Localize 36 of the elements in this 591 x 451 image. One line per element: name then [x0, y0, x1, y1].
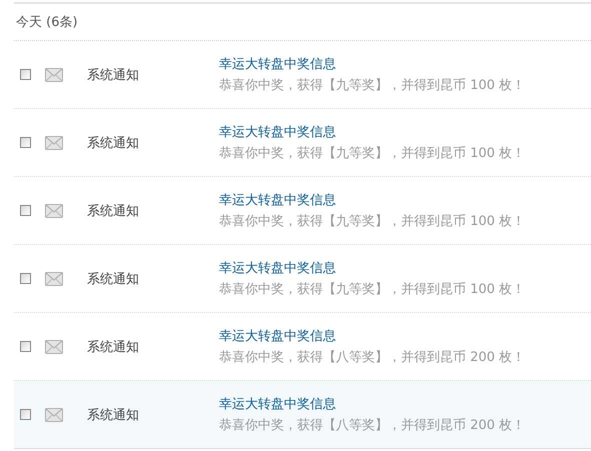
checkbox[interactable]: [20, 137, 31, 148]
sender-label: 系统通知: [87, 406, 140, 424]
message-title-link[interactable]: 幸运大转盘中奖信息: [219, 259, 526, 277]
sender-label: 系统通知: [87, 338, 140, 356]
checkbox[interactable]: [20, 205, 31, 216]
message-text: 恭喜你中奖，获得【九等奖】，并得到昆币 100 枚！: [219, 213, 526, 230]
message-title-link[interactable]: 幸运大转盘中奖信息: [219, 395, 526, 413]
envelope-icon: [45, 204, 63, 218]
envelope-icon: [45, 340, 63, 354]
message-text: 恭喜你中奖，获得【九等奖】，并得到昆币 100 枚！: [219, 281, 526, 298]
message-text: 恭喜你中奖，获得【九等奖】，并得到昆币 100 枚！: [219, 77, 526, 94]
message-row[interactable]: 系统通知 幸运大转盘中奖信息 恭喜你中奖，获得【九等奖】，并得到昆币 100 枚！: [14, 41, 591, 109]
message-text: 恭喜你中奖，获得【八等奖】，并得到昆币 200 枚！: [219, 349, 526, 366]
envelope-icon: [45, 68, 63, 82]
checkbox[interactable]: [20, 341, 31, 352]
message-row[interactable]: 系统通知 幸运大转盘中奖信息 恭喜你中奖，获得【九等奖】，并得到昆币 100 枚！: [14, 177, 591, 245]
message-title-link[interactable]: 幸运大转盘中奖信息: [219, 191, 526, 209]
message-title-link[interactable]: 幸运大转盘中奖信息: [219, 327, 526, 345]
message-row[interactable]: 系统通知 幸运大转盘中奖信息 恭喜你中奖，获得【八等奖】，并得到昆币 200 枚！: [14, 381, 591, 449]
section-title: 今天 (6条): [16, 14, 78, 31]
envelope-icon: [45, 136, 63, 150]
message-text: 恭喜你中奖，获得【八等奖】，并得到昆币 200 枚！: [219, 417, 526, 434]
envelope-icon: [45, 272, 63, 286]
checkbox[interactable]: [20, 69, 31, 80]
sender-label: 系统通知: [87, 202, 140, 220]
message-row[interactable]: 系统通知 幸运大转盘中奖信息 恭喜你中奖，获得【九等奖】，并得到昆币 100 枚！: [14, 109, 591, 177]
message-text: 恭喜你中奖，获得【九等奖】，并得到昆币 100 枚！: [219, 145, 526, 162]
checkbox[interactable]: [20, 409, 31, 420]
sender-label: 系统通知: [87, 134, 140, 152]
envelope-icon: [45, 408, 63, 422]
checkbox[interactable]: [20, 273, 31, 284]
sender-label: 系统通知: [87, 270, 140, 288]
message-title-link[interactable]: 幸运大转盘中奖信息: [219, 123, 526, 141]
sender-label: 系统通知: [87, 66, 140, 84]
message-row[interactable]: 系统通知 幸运大转盘中奖信息 恭喜你中奖，获得【九等奖】，并得到昆币 100 枚！: [14, 245, 591, 313]
message-title-link[interactable]: 幸运大转盘中奖信息: [219, 55, 526, 73]
